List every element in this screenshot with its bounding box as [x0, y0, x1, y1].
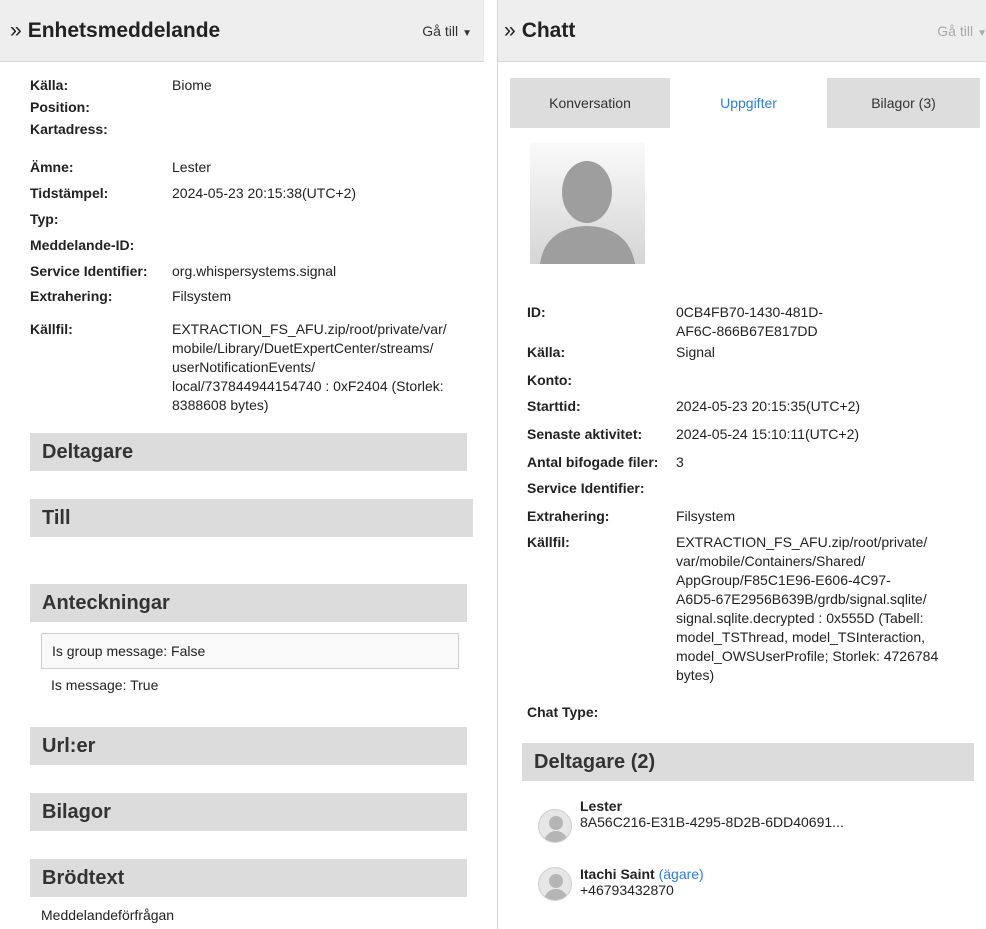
expand-chevron-icon[interactable]: »: [504, 19, 516, 43]
field-key: Meddelande-ID:: [30, 237, 135, 253]
field-value: Signal: [676, 344, 715, 360]
field-value: 3: [676, 454, 684, 470]
field-value: Biome: [172, 77, 212, 93]
field-key: Källa:: [527, 344, 566, 360]
goto-label: Gå till: [422, 22, 459, 39]
field-key: Typ:: [30, 211, 59, 227]
note-item: Is message: True: [51, 677, 159, 693]
participant-item[interactable]: Itachi Saint (ägare) +46793432870: [580, 866, 704, 898]
field-value: org.whispersystems.signal: [172, 263, 337, 279]
field-value: 2024-05-24 15:10:11(UTC+2): [676, 426, 860, 442]
field-key: ID:: [527, 304, 546, 320]
section-notes[interactable]: Anteckningar: [30, 584, 467, 622]
section-chat-participants[interactable]: Deltagare (2): [522, 743, 974, 781]
field-value: 0CB4FB70-1430-481D- AF6C-866B67E817DD: [676, 304, 824, 339]
participant-avatar-icon: [538, 867, 572, 901]
participant-item[interactable]: Lester 8A56C216-E31B-4295-8D2B-6DD40691.…: [580, 798, 844, 830]
tab-attachments[interactable]: Bilagor (3): [827, 78, 980, 128]
field-value: Filsystem: [676, 508, 736, 524]
field-key: Senaste aktivitet:: [527, 426, 643, 442]
participant-name: Itachi Saint: [580, 866, 655, 882]
section-attachments[interactable]: Bilagor: [30, 793, 467, 831]
tab-details[interactable]: Uppgifter: [670, 78, 827, 128]
field-value: Filsystem: [172, 288, 232, 304]
field-value: Lester: [172, 159, 211, 175]
field-key: Service Identifier:: [30, 263, 148, 279]
goto-menu-button[interactable]: Gå till▼: [422, 23, 472, 39]
field-key: Tidstämpel:: [30, 185, 109, 201]
participant-name: Lester: [580, 798, 623, 814]
field-key: Chat Type:: [527, 704, 599, 720]
field-value: 2024-05-23 20:15:38(UTC+2): [172, 185, 357, 201]
field-key: Källfil:: [527, 534, 570, 550]
chat-panel-title: Chatt: [521, 18, 576, 42]
message-panel: » Enhetsmeddelande Gå till ▼ Källa: Biome…: [0, 0, 485, 929]
message-panel-header: » Enhetsmeddelande Gå till ▼: [0, 0, 484, 62]
message-panel-title: Enhetsmeddelande: [27, 18, 221, 42]
field-key: Ämne:: [30, 159, 74, 175]
field-value: 2024-05-23 20:15:35(UTC+2): [676, 398, 861, 414]
field-key: Källa:: [30, 77, 69, 93]
source-file-path: EXTRACTION_FS_AFU.zip/root/private/ var/…: [676, 534, 939, 683]
participant-id: +46793432870: [580, 882, 674, 898]
chat-panel-header: » Chatt Gå till▼: [498, 0, 986, 62]
note-item: Is group message: False: [41, 633, 459, 669]
caret-down-icon: ▼: [977, 28, 986, 39]
body-text: Meddelandeförfrågan: [41, 907, 175, 923]
tab-conversation[interactable]: Konversation: [510, 78, 670, 128]
contact-avatar-icon: [530, 142, 645, 264]
caret-down-icon: ▼: [462, 27, 472, 39]
section-body[interactable]: Brödtext: [30, 859, 467, 897]
chat-tabs: Konversation Uppgifter Bilagor (3): [510, 78, 980, 128]
field-key: Starttid:: [527, 398, 581, 414]
panel-divider: [484, 0, 497, 929]
section-urls[interactable]: Url:er: [30, 727, 467, 765]
expand-chevron-icon[interactable]: »: [10, 19, 22, 43]
goto-label: Gå till: [937, 22, 974, 39]
source-file-path: EXTRACTION_FS_AFU.zip/root/private/var/ …: [172, 321, 447, 413]
field-key: Service Identifier:: [527, 480, 645, 496]
field-key: Kartadress:: [30, 121, 108, 137]
participant-id: 8A56C216-E31B-4295-8D2B-6DD40691...: [580, 814, 844, 830]
field-key: Källfil:: [30, 321, 73, 337]
field-key: Position:: [30, 99, 90, 115]
participant-avatar-icon: [538, 809, 572, 843]
field-key: Extrahering:: [30, 288, 113, 304]
field-key: Extrahering:: [527, 508, 610, 524]
section-to[interactable]: Till: [30, 499, 473, 537]
goto-menu-button[interactable]: Gå till▼: [937, 23, 986, 39]
field-key: Antal bifogade filer:: [527, 454, 659, 470]
field-key: Konto:: [527, 372, 573, 388]
owner-badge: (ägare): [658, 866, 704, 882]
section-participants[interactable]: Deltagare: [30, 433, 467, 471]
